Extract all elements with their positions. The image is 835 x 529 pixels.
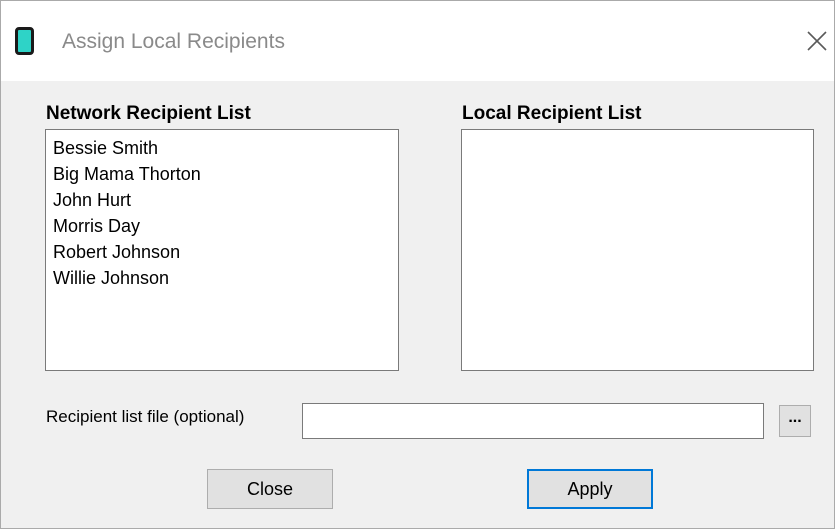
list-item[interactable]: Robert Johnson bbox=[46, 239, 398, 265]
network-recipient-listbox[interactable]: Bessie Smith Big Mama Thorton John Hurt Mor… bbox=[45, 129, 399, 371]
local-recipient-list-label: Local Recipient List bbox=[462, 103, 642, 124]
recipient-list-file-label: Recipient list file (optional) bbox=[46, 407, 245, 426]
local-recipient-listbox[interactable] bbox=[461, 129, 814, 371]
network-recipient-list-label: Network Recipient List bbox=[46, 103, 251, 124]
title-bar[interactable]: Assign Local Recipients bbox=[1, 1, 834, 81]
close-icon[interactable] bbox=[801, 25, 833, 57]
browse-button[interactable]: ... bbox=[779, 405, 811, 437]
close-button[interactable]: Close bbox=[207, 469, 333, 509]
recipient-list-file-input[interactable] bbox=[302, 403, 764, 439]
device-icon bbox=[15, 27, 34, 55]
list-item[interactable]: Morris Day bbox=[46, 213, 398, 239]
list-item[interactable]: John Hurt bbox=[46, 187, 398, 213]
window-title: Assign Local Recipients bbox=[62, 30, 285, 53]
list-item[interactable]: Big Mama Thorton bbox=[46, 161, 398, 187]
list-item[interactable]: Bessie Smith bbox=[46, 135, 398, 161]
list-item[interactable]: Willie Johnson bbox=[46, 265, 398, 291]
apply-button[interactable]: Apply bbox=[527, 469, 653, 509]
dialog-body: Network Recipient List Bessie Smith Big M… bbox=[1, 81, 834, 528]
assign-local-recipients-dialog: Assign Local Recipients Network Recipien… bbox=[0, 0, 835, 529]
